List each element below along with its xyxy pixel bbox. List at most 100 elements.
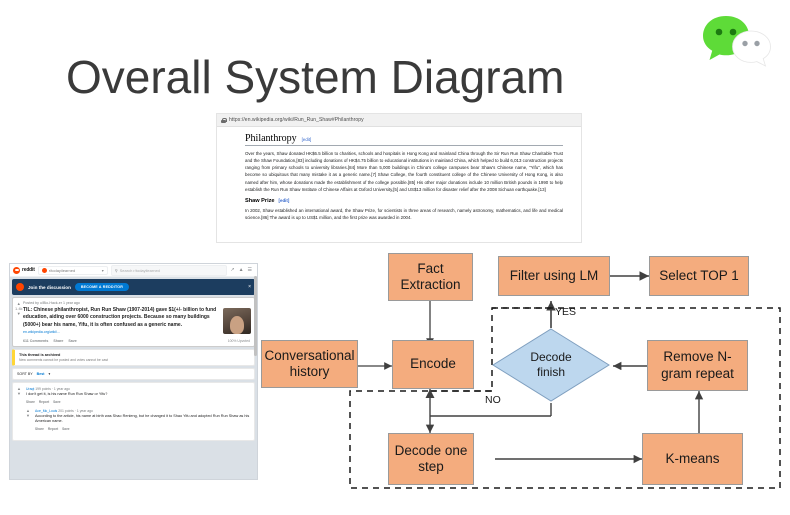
search-placeholder: Search r/todayilearned (119, 267, 160, 273)
comment-vote-column: ▲ ▼ (26, 408, 30, 418)
share-button[interactable]: Share (53, 339, 63, 343)
node-label: K-means (665, 450, 720, 466)
node-encode[interactable]: Encode (392, 340, 474, 389)
edge-label-no: NO (485, 394, 501, 406)
wiki-heading-text: Shaw Prize (245, 197, 275, 204)
reddit-banner-icon (16, 283, 24, 291)
vote-column: ▲ 1.4k ▼ (15, 302, 23, 316)
post-source-link[interactable]: en.wikipedia.org/wiki/... (23, 330, 60, 334)
notifications-icon[interactable]: ▲ (239, 267, 244, 273)
subreddit-name: r/todayilearned (48, 267, 76, 273)
menu-icon[interactable]: ☰ (248, 267, 252, 273)
wiki-edit-link[interactable]: [edit] (302, 137, 312, 142)
browser-url-bar[interactable]: https://en.wikipedia.org/wiki/Run_Run_Sh… (217, 114, 581, 127)
post-title[interactable]: TIL: Chinese philanthropist, Run Run Sha… (23, 307, 250, 336)
reddit-top-bar: reddit r/todayilearned ▾ ⚲ Search r/toda… (10, 264, 257, 277)
node-label: Conversational history (264, 347, 355, 379)
comment-actions: Share Report Save (35, 427, 250, 431)
node-label: Decode one step (394, 442, 468, 474)
subreddit-selector[interactable]: r/todayilearned ▾ (37, 265, 108, 275)
expand-icon[interactable]: ↗ (230, 267, 234, 273)
downvote-button[interactable]: ▼ (26, 413, 30, 418)
archived-notice: This thread is archived New comments can… (12, 349, 255, 366)
wiki-edit-label: edit (280, 197, 288, 203)
comment-meta: 199 points · 1 year ago (35, 387, 70, 391)
archived-notice-title: This thread is archived (19, 353, 61, 357)
comment-author[interactable]: Uraqt (26, 387, 34, 391)
list-item: ▲ ▼ Ace_Mc_Louis 201 points · 1 year ago… (26, 408, 250, 431)
slide-canvas: Overall System Diagram https://en.wikipe… (0, 0, 790, 515)
search-input[interactable]: ⚲ Search r/todayilearned (110, 264, 228, 276)
comment-report-button[interactable]: Report (48, 427, 58, 431)
sort-value[interactable]: Best (37, 372, 45, 376)
chevron-down-icon: ▾ (101, 267, 104, 273)
node-label: Fact Extraction (400, 260, 461, 292)
wiki-edit-link[interactable]: [edit] (279, 198, 290, 203)
comment-save-button[interactable]: Save (53, 400, 60, 404)
reddit-alien-icon (13, 266, 20, 274)
list-item: ▲ ▼ Uraqt 199 points · 1 year ago I don'… (17, 387, 250, 404)
node-label: Remove N- gram repeat (661, 349, 734, 381)
comment-author[interactable]: Ace_Mc_Louis (35, 409, 57, 413)
close-icon[interactable]: × (248, 284, 251, 290)
lock-icon (221, 117, 227, 123)
comments-button[interactable]: 611 Comments (23, 339, 48, 343)
comment-report-button[interactable]: Report (39, 400, 49, 404)
reddit-screenshot: reddit r/todayilearned ▾ ⚲ Search r/toda… (9, 263, 258, 480)
post-actions: 611 Comments Share Save 100% Upvoted (23, 339, 250, 343)
url-text: https://en.wikipedia.org/wiki/Run_Run_Sh… (229, 117, 364, 123)
wiki-section-heading-philanthropy: Philanthropy [edit] (245, 133, 563, 146)
reddit-logo-text: reddit (22, 267, 35, 273)
system-diagram: Fact Extraction Filter using LM Select T… (255, 248, 785, 506)
post-meta: Posted by u/Bio-Hack-er 1 year ago (23, 301, 80, 305)
save-button[interactable]: Save (68, 339, 76, 343)
comment-actions: Share Report Save (26, 400, 250, 404)
sort-label: SORT BY (17, 372, 33, 376)
downvote-button[interactable]: ▼ (17, 392, 21, 396)
node-select-top-1[interactable]: Select TOP 1 (649, 256, 749, 296)
node-fact-extraction[interactable]: Fact Extraction (388, 253, 473, 301)
node-label: Encode (410, 356, 456, 372)
upvote-button[interactable]: ▲ (26, 408, 30, 413)
comment-header: Ace_Mc_Louis 201 points · 1 year ago (35, 409, 250, 413)
wiki-section-heading-shaw-prize: Shaw Prize [edit] (245, 198, 563, 204)
subreddit-icon (41, 267, 47, 273)
post-title-text: TIL: Chinese philanthropist, Run Run Sha… (23, 307, 217, 328)
comments-section: ▲ ▼ Uraqt 199 points · 1 year ago I don'… (12, 382, 255, 441)
node-k-means[interactable]: K-means (642, 433, 743, 485)
node-decode-finish[interactable]: Decode finish (492, 328, 610, 402)
banner-text: Join the discussion (28, 284, 71, 290)
wikipedia-screenshot: https://en.wikipedia.org/wiki/Run_Run_Sh… (216, 113, 582, 243)
wiki-heading-text: Philanthropy (245, 133, 297, 144)
page-title: Overall System Diagram (66, 51, 565, 103)
comment-body: I don't get it, is his name Run Run Shaw… (26, 392, 108, 396)
node-remove-n-gram-repeat[interactable]: Remove N- gram repeat (647, 340, 748, 391)
post-thumbnail[interactable] (223, 308, 251, 334)
node-conversational-history[interactable]: Conversational history (261, 340, 358, 388)
comment-save-button[interactable]: Save (62, 427, 69, 431)
archived-notice-subtitle: New comments cannot be posted and votes … (19, 358, 108, 362)
become-a-redditor-button[interactable]: BECOME A REDDITOR (74, 283, 130, 291)
chevron-down-icon[interactable]: ▾ (48, 372, 50, 376)
reddit-post-card: ▲ 1.4k ▼ Posted by u/Bio-Hack-er 1 year … (12, 297, 255, 347)
reddit-logo[interactable]: reddit (13, 266, 35, 274)
comment-body: According to the article, his name at bi… (35, 413, 250, 424)
wechat-logo-svg (703, 16, 771, 67)
upvote-ratio: 100% Upvoted (227, 339, 250, 343)
join-discussion-banner: Join the discussion BECOME A REDDITOR × (12, 279, 255, 295)
comment-sort-bar: SORT BY Best ▾ (12, 368, 255, 380)
search-icon: ⚲ (114, 267, 118, 273)
downvote-button[interactable]: ▼ (17, 312, 21, 316)
node-label: Decode finish (530, 350, 572, 379)
comment-share-button[interactable]: Share (35, 427, 44, 431)
edge-label-yes: YES (555, 306, 577, 318)
reddit-top-icons: ↗ ▲ ☰ (230, 267, 254, 273)
wiki-paragraph-philanthropy: Over the years, Shaw donated HK$6.5 bill… (245, 151, 563, 192)
edge-no-dashed-to-encode (425, 389, 492, 398)
node-decode-one-step[interactable]: Decode one step (388, 433, 474, 485)
wikipedia-article-body: Philanthropy [edit] Over the years, Shaw… (217, 127, 581, 221)
wiki-paragraph-shaw-prize: In 2002, Shaw established an internation… (245, 207, 563, 220)
node-filter-using-lm[interactable]: Filter using LM (498, 256, 610, 296)
wiki-edit-label: edit (302, 137, 310, 142)
comment-share-button[interactable]: Share (26, 400, 35, 404)
